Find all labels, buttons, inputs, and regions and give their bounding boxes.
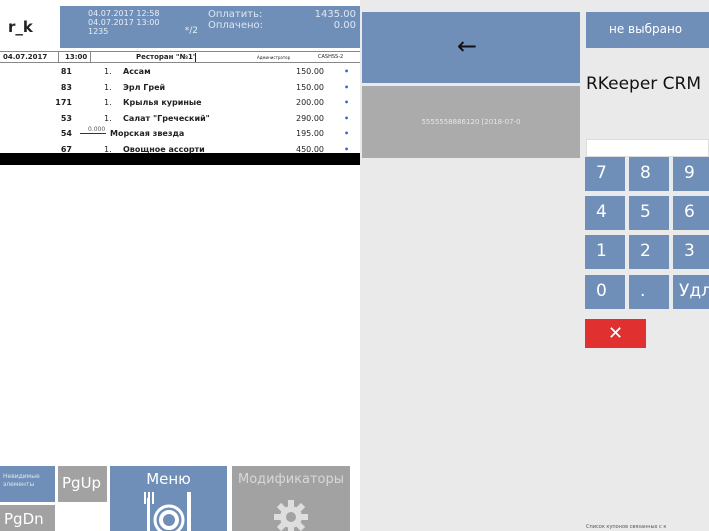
order-list: 81 1. Ассам 150.00 • 83 1. Эрл Грей 150.00 • 171 1.… — [0, 64, 360, 157]
key-4[interactable]: 4 — [585, 196, 625, 230]
check-time: 13:00 — [65, 53, 88, 61]
order-price: 150.00 — [296, 67, 324, 76]
selected-row-bar[interactable] — [0, 153, 360, 165]
modificators-button[interactable]: Модификаторы — [232, 466, 350, 531]
order-name: Ассам — [123, 67, 151, 76]
deleted-strike — [80, 133, 106, 134]
order-code: 54 — [60, 129, 72, 138]
paid-value: 0.00 — [333, 20, 356, 31]
order-name: Крылья куриные — [123, 98, 202, 107]
check-subheader: 04.07.2017 13:00 Ресторан "№1" Администр… — [0, 51, 360, 63]
crm-title: RKeeper CRM — [586, 74, 702, 94]
key-8[interactable]: 8 — [629, 157, 669, 191]
order-price: 195.00 — [296, 129, 324, 138]
order-row[interactable]: 54 0.000 Морская звезда 195.00 • — [0, 126, 360, 142]
order-code: 83 — [60, 82, 72, 92]
menu-label: Меню — [146, 470, 191, 488]
order-qty: 1. — [104, 113, 112, 123]
key-6[interactable]: 6 — [673, 196, 709, 230]
app-logo: r_k — [8, 18, 33, 36]
print-datetime: 04.07.2017 13:00 — [88, 18, 160, 27]
not-selected-button[interactable]: не выбрано — [586, 12, 709, 48]
order-qty: 1. — [104, 98, 112, 107]
check-number-row: 1235 */2 — [88, 26, 198, 37]
key-1[interactable]: 1 — [585, 235, 625, 269]
key-5[interactable]: 5 — [629, 196, 669, 230]
not-selected-label: не выбрано — [609, 22, 683, 36]
order-row[interactable]: 83 1. Эрл Грей 150.00 • — [0, 80, 360, 96]
coupon-list-caption: Список купонов связанных с к — [586, 524, 667, 530]
order-price: 150.00 — [296, 82, 324, 92]
guest-count: */2 — [184, 26, 198, 36]
order-qty: 1. — [104, 67, 112, 76]
back-button[interactable]: ← — [362, 12, 580, 83]
order-code: 81 — [60, 67, 72, 76]
order-row[interactable]: 81 1. Ассам 150.00 • — [0, 64, 360, 80]
order-price: 290.00 — [296, 113, 324, 123]
check-date: 04.07.2017 — [3, 53, 48, 61]
card-panel: ← 5555558886120 [2018-07-0 — [360, 0, 582, 531]
check-info[interactable]: 04.07.2017 12:58 04.07.2017 13:00 1235 *… — [60, 6, 204, 48]
check-number: 1235 — [88, 27, 109, 36]
order-price: 200.00 — [296, 98, 324, 107]
key-dot[interactable]: . — [629, 275, 669, 309]
to-pay-label: Оплатить: — [208, 9, 263, 20]
modificators-label: Модификаторы — [237, 472, 345, 487]
order-name: Салат "Греческий" — [123, 113, 210, 123]
gear-icon — [274, 500, 308, 531]
station-name: CASHSS-2 — [318, 54, 344, 60]
row-marker-icon: • — [344, 129, 350, 138]
order-row[interactable]: 171 1. Крылья куриные 200.00 • — [0, 95, 360, 111]
paid-label: Оплачено: — [208, 20, 264, 31]
card-number: 5555558886120 [2018-07-0 — [421, 118, 521, 126]
row-marker-icon: • — [344, 113, 350, 123]
row-marker-icon: • — [344, 82, 350, 92]
row-marker-icon: • — [344, 98, 350, 107]
key-3[interactable]: 3 — [673, 235, 709, 269]
order-code: 53 — [60, 113, 72, 123]
open-datetime: 04.07.2017 12:58 — [88, 9, 160, 18]
code-input[interactable] — [586, 139, 709, 157]
close-icon: ✕ — [607, 323, 624, 344]
page-up-label: PgUp — [62, 474, 102, 492]
key-7[interactable]: 7 — [585, 157, 625, 191]
order-name: Эрл Грей — [123, 82, 166, 92]
card-item[interactable]: 5555558886120 [2018-07-0 — [362, 86, 580, 158]
row-marker-icon: • — [344, 67, 350, 76]
key-0[interactable]: 0 — [585, 275, 625, 309]
order-code: 171 — [55, 98, 72, 107]
order-qty: 1. — [104, 82, 112, 92]
waiter-name: Администратор — [257, 55, 291, 60]
clear-button[interactable]: ✕ — [585, 319, 646, 348]
menu-button[interactable]: Меню — [110, 466, 227, 531]
hidden-elements-button[interactable]: Невидимые элементы — [0, 466, 55, 502]
order-row[interactable]: 53 1. Салат "Греческий" 290.00 • — [0, 111, 360, 127]
page-up-button[interactable]: PgUp — [58, 466, 107, 502]
page-down-label: PgDn — [4, 510, 44, 528]
key-2[interactable]: 2 — [629, 235, 669, 269]
payment-summary: Оплатить: 1435.00 Оплачено: 0.00 — [204, 6, 360, 48]
key-9[interactable]: 9 — [673, 157, 709, 191]
hidden-elements-label: Невидимые элементы — [3, 473, 40, 488]
back-arrow-icon: ← — [457, 32, 478, 60]
check-header: r_k 04.07.2017 12:58 04.07.2017 13:00 12… — [0, 0, 360, 50]
restaurant-name: Ресторан "№1" — [136, 53, 197, 61]
plate-icon — [144, 492, 191, 531]
order-name: Морская звезда — [110, 129, 185, 138]
key-delete[interactable]: Удл — [673, 275, 709, 309]
page-down-button[interactable]: PgDn — [0, 505, 55, 531]
order-panel: r_k 04.07.2017 12:58 04.07.2017 13:00 12… — [0, 0, 360, 531]
crm-panel: не выбрано RKeeper CRM 7 8 9 4 5 6 1 2 3 0. Удл ✕ … — [582, 0, 709, 531]
to-pay-value: 1435.00 — [314, 9, 356, 20]
